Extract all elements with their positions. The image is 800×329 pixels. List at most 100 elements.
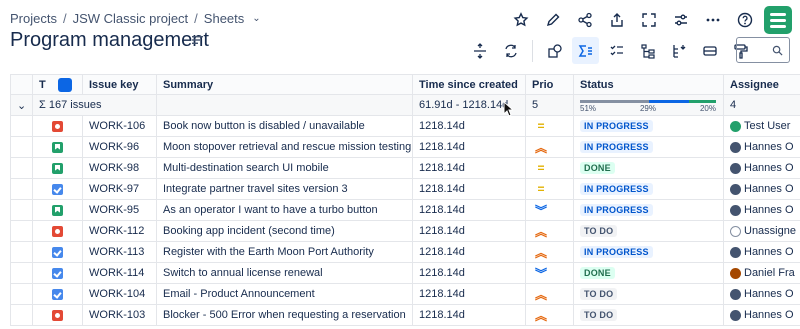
table-row[interactable]: WORK-95 As an operator I want to have a t… [10,199,800,221]
issue-priority-cell[interactable]: ︾ [525,262,574,284]
table-row[interactable]: WORK-106 Book now button is disabled / un… [10,115,800,137]
issue-summary[interactable]: Multi-destination search UI mobile [156,157,413,179]
refresh-icon[interactable] [497,37,524,64]
issue-status-cell[interactable]: TO DO [573,220,724,242]
issue-status-cell[interactable]: IN PROGRESS [573,241,724,263]
issue-priority-cell[interactable]: ︽ [525,283,574,305]
row-height-icon[interactable] [466,37,493,64]
menu-lines-icon[interactable] [192,34,204,46]
issue-key[interactable]: WORK-95 [82,199,157,221]
group-collapse-icon[interactable]: ⌄ [10,94,33,116]
table-row[interactable]: WORK-103 Blocker - 500 Error when request… [10,304,800,326]
column-header-assignee[interactable]: Assignee [723,74,800,95]
card-icon[interactable] [696,37,723,64]
fullscreen-icon[interactable] [636,7,662,33]
issue-priority-cell[interactable]: ︽ [525,241,574,263]
column-header-status[interactable]: Status [573,74,724,95]
row-select-cell[interactable] [10,262,33,284]
issue-status-cell[interactable]: IN PROGRESS [573,136,724,158]
issue-summary[interactable]: As an operator I want to have a turbo bu… [156,199,413,221]
column-header-prio[interactable]: Prio [525,74,574,95]
issue-priority-cell[interactable]: = [525,178,574,200]
table-row[interactable]: WORK-113 Register with the Earth Moon Por… [10,241,800,263]
issue-status-cell[interactable]: DONE [573,262,724,284]
select-all-cell[interactable] [10,74,33,95]
issue-assignee-cell[interactable]: Hannes O [723,283,800,305]
issue-key[interactable]: WORK-103 [82,304,157,326]
issue-status-cell[interactable]: TO DO [573,283,724,305]
issue-summary[interactable]: Book now button is disabled / unavailabl… [156,115,413,137]
issue-assignee-cell[interactable]: Hannes O [723,241,800,263]
table-row[interactable]: WORK-97 Integrate partner travel sites ve… [10,178,800,200]
issue-assignee-cell[interactable]: Unassigne [723,220,800,242]
issue-assignee-cell[interactable]: Hannes O [723,157,800,179]
issue-summary[interactable]: Integrate partner travel sites version 3 [156,178,413,200]
row-select-cell[interactable] [10,283,33,305]
column-header-summary[interactable]: Summary [156,74,413,95]
sum-icon[interactable] [572,37,599,64]
breadcrumb-section[interactable]: Sheets [204,11,244,26]
issue-summary[interactable]: Blocker - 500 Error when requesting a re… [156,304,413,326]
column-header-time[interactable]: Time since created [412,74,526,95]
issue-status-cell[interactable]: TO DO [573,304,724,326]
table-row[interactable]: WORK-96 Moon stopover retrieval and rescu… [10,136,800,158]
row-select-cell[interactable] [10,199,33,221]
row-select-cell[interactable] [10,115,33,137]
filter-icon[interactable] [57,77,72,92]
checklist-icon[interactable] [603,37,630,64]
issue-priority-cell[interactable]: = [525,115,574,137]
star-icon[interactable] [508,7,534,33]
export-icon[interactable] [604,7,630,33]
issue-key[interactable]: WORK-98 [82,157,157,179]
row-select-cell[interactable] [10,241,33,263]
issue-status-cell[interactable]: DONE [573,157,724,179]
edit-icon[interactable] [540,7,566,33]
issue-priority-cell[interactable]: ︽ [525,136,574,158]
breadcrumb-projects[interactable]: Projects [10,11,57,26]
row-select-cell[interactable] [10,304,33,326]
issue-priority-cell[interactable]: ︽ [525,304,574,326]
table-row[interactable]: WORK-112 Booking app incident (second tim… [10,220,800,242]
issue-key[interactable]: WORK-96 [82,136,157,158]
issue-priority-cell[interactable]: = [525,157,574,179]
issue-key[interactable]: WORK-112 [82,220,157,242]
issue-summary[interactable]: Moon stopover retrieval and rescue missi… [156,136,413,158]
more-icon[interactable] [700,7,726,33]
issue-assignee-cell[interactable]: Hannes O [723,178,800,200]
issue-assignee-cell[interactable]: Hannes O [723,136,800,158]
issue-assignee-cell[interactable]: Daniel Fra [723,262,800,284]
issue-assignee-cell[interactable]: Test User [723,115,800,137]
search-input[interactable] [736,37,790,63]
table-row[interactable]: WORK-104 Email - Product Announcement 1218… [10,283,800,305]
settings-sliders-icon[interactable] [668,7,694,33]
issue-summary[interactable]: Booking app incident (second time) [156,220,413,242]
issue-summary[interactable]: Register with the Earth Moon Port Author… [156,241,413,263]
column-header-key[interactable]: Issue key [82,74,157,95]
issue-status-cell[interactable]: IN PROGRESS [573,178,724,200]
sort-tree-icon[interactable] [665,37,692,64]
issue-key[interactable]: WORK-97 [82,178,157,200]
row-select-cell[interactable] [10,136,33,158]
issue-priority-cell[interactable]: ︽ [525,220,574,242]
table-row[interactable]: WORK-98 Multi-destination search UI mobil… [10,157,800,179]
hierarchy-icon[interactable] [634,37,661,64]
row-select-cell[interactable] [10,157,33,179]
issue-key[interactable]: WORK-113 [82,241,157,263]
help-icon[interactable] [732,7,758,33]
app-logo-icon[interactable] [764,6,792,34]
row-select-cell[interactable] [10,220,33,242]
breadcrumb-project[interactable]: JSW Classic project [73,11,189,26]
issue-status-cell[interactable]: IN PROGRESS [573,115,724,137]
issue-status-cell[interactable]: IN PROGRESS [573,199,724,221]
row-select-cell[interactable] [10,178,33,200]
issue-summary[interactable]: Email - Product Announcement [156,283,413,305]
shapes-icon[interactable] [541,37,568,64]
issue-key[interactable]: WORK-114 [82,262,157,284]
issue-key[interactable]: WORK-104 [82,283,157,305]
chevron-down-icon[interactable]: ⌄ [252,13,260,24]
issue-assignee-cell[interactable]: Hannes O [723,304,800,326]
column-header-type[interactable]: T [32,74,83,95]
table-row[interactable]: WORK-114 Switch to annual license renewal… [10,262,800,284]
issue-assignee-cell[interactable]: Hannes O [723,199,800,221]
issue-key[interactable]: WORK-106 [82,115,157,137]
